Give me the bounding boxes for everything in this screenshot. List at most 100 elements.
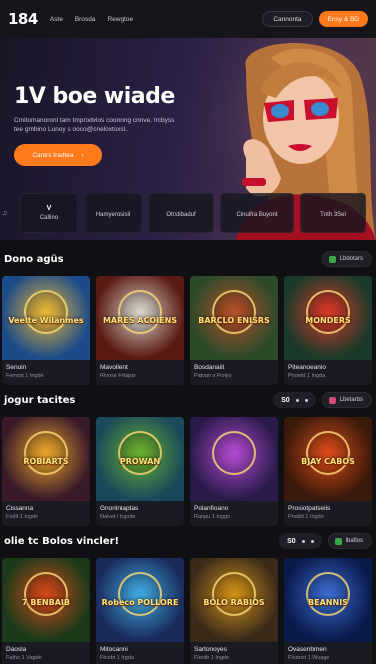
game-card[interactable]: MONDERS Piteanoeanio Pnoetd 1 Ingda [284, 276, 372, 385]
game-thumbnail[interactable]: ROBIARTS [2, 417, 90, 501]
game-card[interactable]: BOLO RABIOS Sartonoyes Fleotb 1 Ingde [190, 558, 278, 664]
signup-button[interactable]: Ensy & BD [318, 11, 368, 27]
game-thumbnail[interactable] [190, 417, 278, 501]
section-title: Dono agüs [4, 253, 64, 265]
section-title: olie tc Bolos vincler! [4, 535, 120, 547]
game-card[interactable]: 7 BENBAIB Daosla Fatho 1 Vagde [2, 558, 90, 664]
game-thumbnail[interactable]: MARES ACOIENS [96, 276, 184, 360]
game-provider: Nalvet i Irgode [100, 514, 136, 520]
game-thumbnail[interactable]: MONDERS [284, 276, 372, 360]
grid-icon [334, 537, 342, 545]
game-thumbnail[interactable]: 7 BENBAIB [2, 558, 90, 642]
section-header: Dono agüs Lbdotars [0, 248, 376, 270]
grid-icon [328, 396, 336, 404]
feature-label: Hamyerosisil [95, 211, 131, 218]
feature-card[interactable]: V Callino [20, 193, 78, 233]
game-emblem [306, 290, 350, 334]
game-thumbnail[interactable]: BEANNIS [284, 558, 372, 642]
game-card[interactable]: BEANNIS Ovasenbmen Floanct 1 Wuage [284, 558, 372, 664]
game-provider: Fatho 1 Vagde [6, 655, 42, 661]
game-count: S0 [287, 537, 296, 545]
game-card[interactable]: Robeco POLLORE Mitocanni Ftcobt 1 Irgda [96, 558, 184, 664]
feature-label: Cinuifra Buyont [236, 211, 278, 218]
feature-card[interactable]: Hamyerosisil [84, 193, 142, 233]
game-provider: Floanct 1 Wuage [288, 655, 330, 661]
game-card[interactable]: BARCLO ENISRS Bosdanaiit Patvan s Fiolyo [190, 276, 278, 385]
feature-card[interactable]: Tnth 3Sel [300, 193, 366, 233]
game-title-art: BEANNIS [308, 598, 348, 607]
hero-cta-label: Cantrs tradtea [32, 151, 74, 159]
view-all-button[interactable]: lbaflos [327, 533, 372, 549]
hero-title: 1V boe wiade [14, 84, 175, 109]
game-name: Ovasenbmen [288, 646, 327, 653]
nav-item-2[interactable]: Brosda [75, 16, 96, 23]
view-all-label: lbaflos [345, 538, 363, 544]
game-provider: Fleotb 1 Ingde [194, 655, 230, 661]
game-thumbnail[interactable]: Robeco POLLORE [96, 558, 184, 642]
main-nav: Aste Brosda Rewgtoe [50, 16, 133, 23]
game-emblem [306, 572, 350, 616]
game-row: Veelte Wilanmes Senuin Fenvist 1 Ingde MARE… [0, 276, 376, 385]
game-card[interactable]: PROWAN Gnonlnlaptas Nalvet i Irgode [96, 417, 184, 526]
section-actions: S0 lbaflos [279, 533, 372, 549]
game-thumbnail[interactable]: PROWAN [96, 417, 184, 501]
section-title: jogur tacites [4, 394, 76, 406]
game-provider: Rlvose Frtapsr [100, 373, 136, 379]
hero-cta-button[interactable]: Cantrs tradtea › [14, 144, 102, 166]
feature-card[interactable]: Cinuifra Buyont [220, 193, 294, 233]
game-card[interactable]: BJAY CABOS Prosiotpatseiis Pnatbt 1 Ingdo [284, 417, 372, 526]
view-all-button[interactable]: Lbetarbs [321, 392, 372, 408]
game-count-pager[interactable]: S0 [279, 533, 322, 549]
game-card[interactable]: MARES ACOIENS Mavollent Rlvose Frtapsr [96, 276, 184, 385]
game-card[interactable]: Veelte Wilanmes Senuin Fenvist 1 Ingde [2, 276, 90, 385]
game-card[interactable]: Polanfioano Ranpu 1 Inggo [190, 417, 278, 526]
game-provider: Pnatbt 1 Ingdo [288, 514, 324, 520]
game-count-pager[interactable]: S0 [273, 392, 316, 408]
feature-strip: ♫ V Callino Hamyerosisil Otrstibaduf Cin… [0, 190, 376, 236]
game-name: Prosiotpatseiis [288, 505, 331, 512]
game-title-art: BARCLO ENISRS [198, 316, 270, 325]
casino-page: 184 Aste Brosda Rewgtoe Cannonta Ensy & … [0, 0, 376, 664]
view-all-label: Lbdotars [339, 256, 363, 262]
game-title-art: BJAY CABOS [301, 457, 355, 466]
prev-icon[interactable] [295, 398, 299, 402]
section-header: olie tc Bolos vincler! S0 lbaflos [0, 530, 376, 552]
game-thumbnail[interactable]: BARCLO ENISRS [190, 276, 278, 360]
login-button[interactable]: Cannonta [262, 11, 313, 27]
game-title-art: 7 BENBAIB [22, 598, 70, 607]
game-name: Sartonoyes [194, 646, 227, 653]
game-card[interactable]: ROBIARTS Cissanna Fodlt 1 Ingde [2, 417, 90, 526]
game-title-art: Robeco POLLORE [101, 598, 179, 607]
game-title-art: ROBIARTS [23, 457, 69, 466]
game-name: Gnonlnlaptas [100, 505, 139, 512]
game-name: Senuin [6, 364, 27, 371]
section-header: jogur tacites S0 Lbetarbs [0, 389, 376, 411]
hero-subtitle: Cmitomanoronl tam tmprodvlos coonnng cnn… [14, 117, 175, 133]
game-row: ROBIARTS Cissanna Fodlt 1 Ingde PROWAN Gnonl… [0, 417, 376, 526]
game-provider: Patvan s Fiolyo [194, 373, 232, 379]
game-emblem [212, 572, 256, 616]
game-thumbnail[interactable]: Veelte Wilanmes [2, 276, 90, 360]
prev-icon[interactable] [301, 539, 305, 543]
game-title-art: BOLO RABIOS [203, 598, 265, 607]
next-icon[interactable] [304, 398, 308, 402]
nav-item-1[interactable]: Aste [50, 16, 63, 23]
site-logo[interactable]: 184 [8, 10, 38, 28]
feature-card[interactable]: Otrstibaduf [148, 193, 214, 233]
nav-item-3[interactable]: Rewgtoe [107, 16, 133, 23]
game-provider: Fodlt 1 Ingde [6, 514, 39, 520]
game-row: 7 BENBAIB Daosla Fatho 1 Vagde Robeco POLLO… [0, 558, 376, 664]
game-title-art: PROWAN [119, 457, 161, 466]
game-emblem [118, 431, 162, 475]
game-title-art: Veelte Wilanmes [8, 316, 84, 325]
game-name: Piteanoeanio [288, 364, 326, 371]
game-provider: Fenvist 1 Ingde [6, 373, 44, 379]
feature-label: Callino [39, 215, 59, 221]
view-all-label: Lbetarbs [339, 397, 363, 403]
game-title-art: MONDERS [305, 316, 351, 325]
view-all-button[interactable]: Lbdotars [321, 251, 372, 267]
game-thumbnail[interactable]: BJAY CABOS [284, 417, 372, 501]
game-count: S0 [281, 396, 290, 404]
game-thumbnail[interactable]: BOLO RABIOS [190, 558, 278, 642]
next-icon[interactable] [310, 539, 314, 543]
